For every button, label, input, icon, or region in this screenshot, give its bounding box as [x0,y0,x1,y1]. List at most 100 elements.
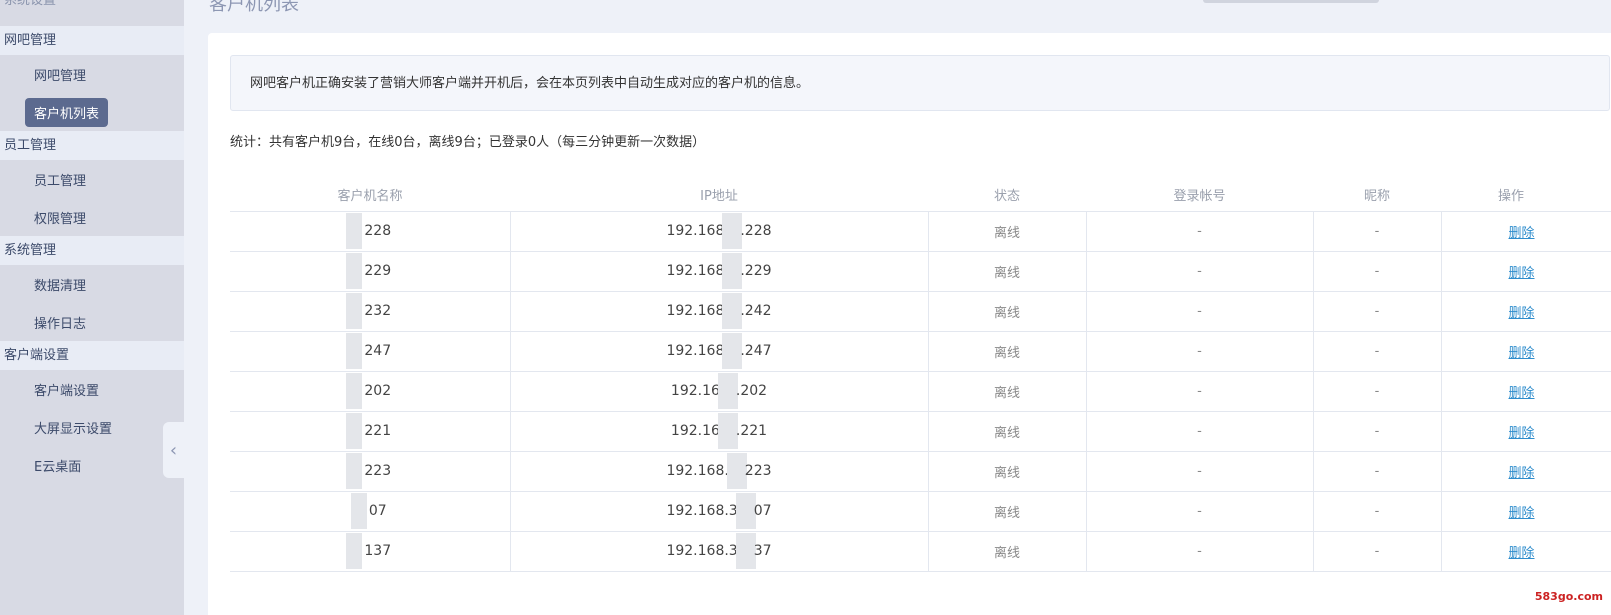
masked-region [735,493,756,529]
delete-link[interactable]: 删除 [1509,226,1535,241]
table-row: 247 192.168 .247 离线 - - 删除 [230,331,1611,372]
ip-suffix: 223 [744,463,772,479]
cell-account: - [1086,371,1314,412]
cell-nickname: - [1313,411,1442,452]
status-text: 离线 [993,345,1020,361]
sidebar-item-label: 网吧管理 [34,68,87,84]
cell-name: 228 [230,211,511,252]
cell-nickname: - [1313,491,1442,532]
table-row: 137 192.168.3 37 离线 - - 删除 [230,531,1611,572]
content-card: 网吧客户机正确安装了营销大师客户端并开机后，会在本页列表中自动生成对应的客户机的… [208,33,1611,615]
dropdown-shadow [1203,0,1379,3]
col-header-account: 登录帐号 [1086,179,1313,212]
delete-link[interactable]: 删除 [1509,346,1535,361]
cell-nickname: - [1313,451,1442,492]
sidebar-item[interactable]: E云桌面 [0,446,184,484]
client-name: 07 [368,503,387,519]
sidebar-item[interactable]: 数据清理 [0,265,184,303]
sidebar-item[interactable]: 客户机列表 [0,93,184,131]
masked-region [346,333,363,369]
cell-name: 232 [230,291,511,332]
cell-action: 删除 [1441,371,1611,412]
sidebar-item[interactable]: 大屏显示设置 [0,408,184,446]
account-text: - [1197,383,1202,399]
cell-account: - [1086,531,1314,572]
cell-nickname: - [1313,531,1442,572]
cell-status: 离线 [928,371,1087,412]
delete-link[interactable]: 删除 [1509,546,1535,561]
sidebar-group-header[interactable]: 网吧管理 [0,26,184,55]
cell-name: 202 [230,371,511,412]
ip-suffix: 37 [753,543,772,559]
delete-link[interactable]: 删除 [1509,466,1535,481]
client-name: 247 [364,343,392,359]
masked-region [346,293,363,329]
ip-suffix: .228 [740,223,772,239]
watermark: 583go.com [1534,590,1603,603]
client-name: 137 [364,543,392,559]
sidebar-group-items: 客户端设置 大屏显示设置 E云桌面 [0,370,184,484]
sidebar-group-items: 数据清理 操作日志 [0,265,184,341]
cell-ip: 192.168 .242 [510,291,929,332]
sidebar-group-header[interactable]: 系统管理 [0,236,184,265]
sidebar-group-system-settings[interactable]: 系统设置 [0,0,184,14]
cell-account: - [1086,451,1314,492]
sidebar-item[interactable]: 网吧管理 [0,55,184,93]
sidebar-group-header[interactable]: 客户端设置 [0,341,184,370]
delete-link[interactable]: 删除 [1509,306,1535,321]
cell-action: 删除 [1441,331,1611,372]
sidebar-item[interactable]: 客户端设置 [0,370,184,408]
cell-account: - [1086,331,1314,372]
cell-name: 221 [230,411,511,452]
cell-name: 229 [230,251,511,292]
sidebar: 系统设置 网吧管理 网吧管理 客户机列表 员工管理 员工管理 权限管理 系统管理 数据清理 操作… [0,0,184,615]
cell-ip: 192.168 .228 [510,211,929,252]
nickname-text: - [1374,343,1380,359]
masked-region [346,253,363,289]
client-name: 229 [364,263,392,279]
cell-nickname: - [1313,371,1442,412]
ip-prefix: 192.16 [670,383,720,399]
ip-prefix: 192.168.3 [666,543,738,559]
status-text: 离线 [993,385,1020,401]
col-header-nickname: 昵称 [1313,179,1441,212]
cell-status: 离线 [928,251,1087,292]
sidebar-item[interactable]: 操作日志 [0,303,184,341]
masked-region [717,373,738,409]
sidebar-item[interactable]: 员工管理 [0,160,184,198]
client-name: 223 [364,463,392,479]
masked-region [346,413,363,449]
cell-status: 离线 [928,411,1087,452]
ip-suffix: .242 [740,303,772,319]
cell-ip: 192.168.3 07 [510,491,929,532]
cell-ip: 192.16 .221 [510,411,929,452]
ip-suffix: .221 [735,423,768,439]
stats-text: 统计：共有客户机9台，在线0台，离线9台；已登录0人（每三分钟更新一次数据） [230,135,706,150]
cell-name: 247 [230,331,511,372]
sidebar-group-header[interactable]: 员工管理 [0,131,184,160]
status-text: 离线 [993,505,1020,521]
cell-nickname: - [1313,291,1442,332]
sidebar-item[interactable]: 权限管理 [0,198,184,236]
client-name: 228 [364,223,392,239]
client-name: 221 [364,423,392,439]
status-text: 离线 [993,425,1020,441]
chevron-left-icon: ‹ [169,439,178,461]
ip-prefix: 192.168 [666,263,725,279]
cell-action: 删除 [1441,411,1611,452]
account-text: - [1197,463,1202,479]
delete-link[interactable]: 删除 [1509,386,1535,401]
table-row: 202 192.16 .202 离线 - - 删除 [230,371,1611,412]
delete-link[interactable]: 删除 [1509,506,1535,521]
delete-link[interactable]: 删除 [1509,266,1535,281]
ip-prefix: 192.168.3 [666,503,738,519]
cell-status: 离线 [928,491,1087,532]
delete-link[interactable]: 删除 [1509,426,1535,441]
cell-account: - [1086,211,1314,252]
sidebar-collapse-button[interactable]: ‹ [163,422,184,478]
masked-region [346,533,363,569]
sidebar-group-items: 网吧管理客户机列表 [0,55,184,131]
account-text: - [1197,423,1202,439]
table-row: 223 192.168. 223 离线 - - 删除 [230,451,1611,492]
account-text: - [1197,303,1202,319]
